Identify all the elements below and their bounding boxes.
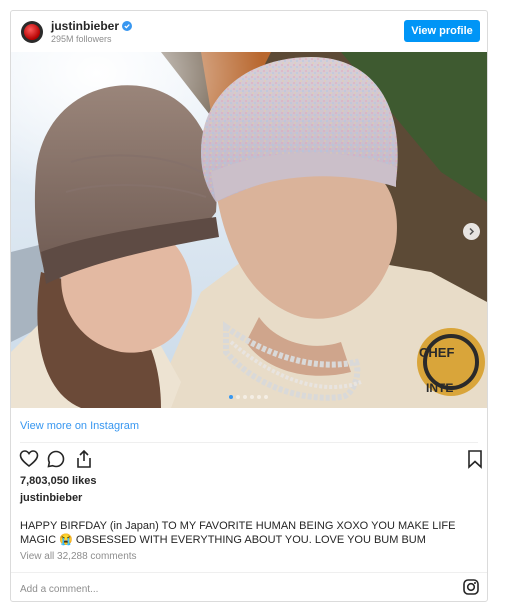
divider [11,572,487,573]
next-slide-button[interactable] [463,223,480,240]
username-row[interactable]: justinbieber [51,19,133,33]
heart-icon[interactable] [19,449,39,469]
post-image: CHEF INTE [11,52,487,408]
comment-icon[interactable] [46,449,66,469]
post-caption: HAPPY BIRFDAY (in Japan) TO MY FAVORITE … [20,520,456,546]
post-photo[interactable]: CHEF INTE [11,52,487,408]
add-comment-field[interactable]: Add a comment... [20,584,98,595]
follower-count: 295M followers [51,34,112,44]
share-icon[interactable] [74,449,94,469]
action-bar [19,449,483,471]
likes-count[interactable]: 7,803,050 likes [20,475,96,487]
next-arrow-icon [469,227,475,236]
divider [20,442,478,443]
view-profile-button[interactable]: View profile [404,20,480,42]
caption-author[interactable]: justinbieber [20,492,82,504]
instagram-icon[interactable] [463,579,479,595]
view-more-link[interactable]: View more on Instagram [20,420,139,432]
carousel-indicator [229,395,268,399]
carousel-dot [236,395,240,399]
view-all-comments-link[interactable]: View all 32,288 comments [20,551,137,562]
carousel-dot [229,395,233,399]
avatar[interactable] [21,21,43,43]
carousel-dot [257,395,261,399]
carousel-dot [250,395,254,399]
bookmark-icon[interactable] [465,449,485,469]
carousel-dot [243,395,247,399]
jacket-text-2: INTE [426,381,453,395]
jacket-text-1: CHEF [419,345,454,360]
instagram-embed-card: justinbieber 295M followers View profile [10,10,488,602]
verified-badge-icon [122,21,133,31]
post-header: justinbieber 295M followers View profile [11,11,487,52]
username[interactable]: justinbieber [51,19,119,33]
carousel-dot [264,395,268,399]
